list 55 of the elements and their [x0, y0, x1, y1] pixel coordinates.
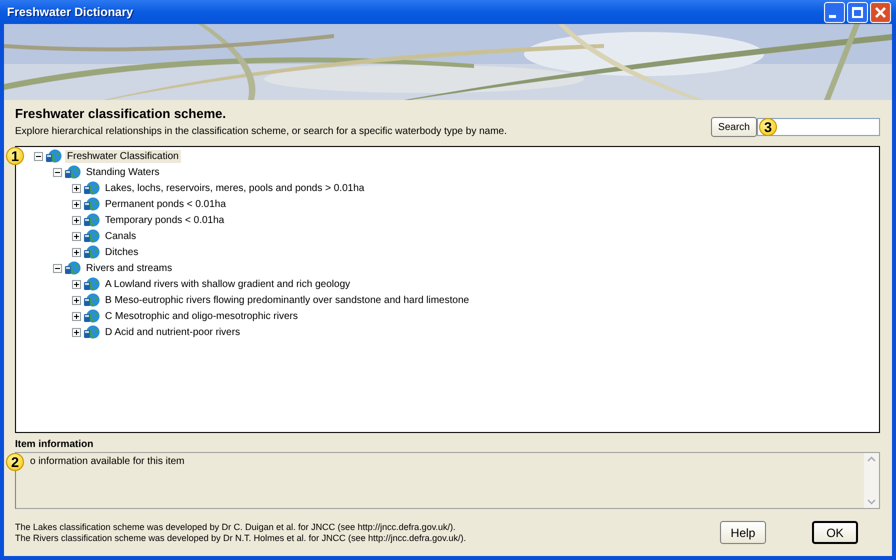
credit-text: The Lakes classification scheme was developed by Dr C. Duigan et al. for JNCC (see http://jncc.defra.gov.uk/). [15, 522, 457, 532]
tree-item[interactable]: C Mesotrophic and oligo-mesotrophic rivers [103, 310, 300, 322]
expand-toggle[interactable] [72, 248, 81, 256]
window-title: Freshwater Dictionary [7, 5, 134, 19]
info-text: o information available for this item [30, 456, 185, 469]
tree-item[interactable]: Ditches [103, 246, 140, 258]
expand-toggle[interactable] [34, 152, 43, 160]
dialog-button[interactable]: Help [720, 521, 766, 544]
heading: Freshwater classification scheme. [15, 106, 227, 121]
tree-item[interactable]: Temporary ponds < 0.01ha [103, 214, 226, 226]
globe-icon [46, 148, 62, 164]
tree-item[interactable]: Lakes, lochs, reservoirs, meres, pools and ponds > 0.01ha [103, 182, 366, 194]
tree-item[interactable]: Rivers and streams [84, 262, 174, 274]
globe-icon [84, 196, 100, 212]
globe-icon [84, 308, 100, 324]
tree-item[interactable]: A Lowland rivers with shallow gradient and rich geology [103, 278, 352, 290]
globe-icon [84, 276, 100, 292]
expand-toggle[interactable] [53, 168, 62, 176]
dialog-button[interactable]: OK [812, 521, 858, 544]
close-icon [875, 6, 886, 18]
expand-toggle[interactable] [53, 264, 62, 272]
globe-icon [84, 212, 100, 228]
minimize-button[interactable] [824, 2, 845, 22]
close-button[interactable] [870, 2, 891, 22]
callout-badge: 2 [6, 453, 24, 471]
expand-toggle[interactable] [72, 280, 81, 288]
tree-item[interactable]: Standing Waters [84, 166, 162, 178]
tree-item[interactable]: Permanent ponds < 0.01ha [103, 198, 228, 210]
globe-icon [84, 324, 100, 340]
globe-icon [84, 228, 100, 244]
expand-toggle[interactable] [72, 296, 81, 304]
maximize-button[interactable] [847, 2, 868, 22]
globe-icon [65, 164, 81, 180]
search-button[interactable]: Search [711, 117, 757, 137]
expand-toggle[interactable] [72, 312, 81, 320]
tree-item[interactable]: Freshwater Classification [65, 150, 181, 162]
expand-toggle[interactable] [72, 232, 81, 240]
credit-text: The Rivers classification scheme was developed by Dr N.T. Holmes et al. for JNCC (see http://jncc.defra.gov.uk/). [15, 532, 466, 544]
search-field[interactable] [757, 118, 880, 136]
globe-icon [84, 244, 100, 260]
callout-badge: 1 [6, 147, 24, 165]
minimize-icon [829, 14, 836, 18]
globe-icon [65, 260, 81, 276]
expand-toggle[interactable] [72, 200, 81, 208]
description: Explore hierarchical relationships in the classification scheme, or search for a specific waterbody type by name. [15, 126, 507, 137]
expand-toggle[interactable] [72, 184, 81, 192]
tree-item[interactable]: D Acid and nutrient-poor rivers [103, 326, 242, 338]
maximize-icon [852, 6, 863, 18]
expand-toggle[interactable] [72, 216, 81, 224]
globe-icon [84, 292, 100, 308]
section-label: Item information [15, 439, 94, 450]
tree-item[interactable]: B Meso-eutrophic rivers flowing predominantly over sandstone and hard limestone [103, 294, 472, 306]
tree-item[interactable]: Canals [103, 230, 138, 242]
expand-toggle[interactable] [72, 328, 81, 336]
globe-icon [84, 180, 100, 196]
